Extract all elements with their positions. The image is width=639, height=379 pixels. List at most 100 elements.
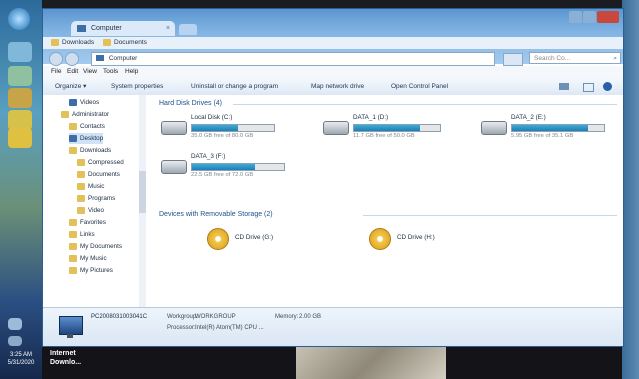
memory-value: 2.00 GB xyxy=(299,314,322,320)
tab-title: Computer xyxy=(90,25,122,32)
hard-disk-icon xyxy=(161,160,187,174)
map-network-drive-button[interactable]: Map network drive xyxy=(311,78,364,95)
drive-e[interactable]: DATA_2 (E:) 5.95 GB free of 35.1 GB xyxy=(481,114,617,150)
drive-c[interactable]: Local Disk (C:) 35.0 GB free of 80.0 GB xyxy=(161,114,281,150)
menu-help[interactable]: Help xyxy=(125,66,138,78)
tree-item[interactable]: Compressed xyxy=(77,157,124,168)
drive-usage-fill xyxy=(354,125,421,131)
drive-usage-fill xyxy=(192,164,256,170)
app-icon[interactable] xyxy=(8,110,32,130)
computer-icon xyxy=(77,24,86,32)
organize-button[interactable]: Organize ▾ xyxy=(55,78,86,95)
maximize-button[interactable] xyxy=(583,11,596,23)
content-pane: Hard Disk Drives (4) Local Disk (C:) 35.… xyxy=(147,95,623,307)
tree-item[interactable]: My Documents xyxy=(69,241,122,252)
back-button[interactable] xyxy=(49,52,63,66)
menu-edit[interactable]: Edit xyxy=(67,66,78,78)
drive-name: DATA_2 (E:) xyxy=(511,114,546,121)
app-icon[interactable] xyxy=(8,66,32,86)
close-button[interactable] xyxy=(597,11,619,23)
menu-file[interactable]: File xyxy=(51,66,61,78)
drive-name: DATA_1 (D:) xyxy=(353,114,389,121)
tree-item[interactable]: Music xyxy=(77,181,104,192)
help-icon[interactable] xyxy=(603,82,612,91)
tree-scrollbar-thumb[interactable] xyxy=(139,171,146,213)
uninstall-program-button[interactable]: Uninstall or change a program xyxy=(191,78,278,95)
folder-icon xyxy=(77,170,85,178)
tree-item[interactable]: My Music xyxy=(69,253,107,264)
drive-d[interactable]: DATA_1 (D:) 11.7 GB free of 50.0 GB xyxy=(323,114,453,150)
drive-f[interactable]: DATA_3 (F:) 22.5 GB free of 72.0 GB xyxy=(161,153,291,189)
hard-disk-icon xyxy=(323,121,349,135)
folder-icon xyxy=(69,218,77,226)
address-row: Computer Search Co... ⌕ xyxy=(43,51,623,66)
folder-icon xyxy=(69,98,77,106)
hard-disk-icon xyxy=(481,121,507,135)
cd-drive-h[interactable]: CD Drive (H:) xyxy=(369,228,459,254)
start-orb-icon[interactable] xyxy=(8,8,30,30)
drive-free-space: 22.5 GB free of 72.0 GB xyxy=(191,172,254,178)
drive-usage-fill xyxy=(512,125,589,131)
address-bar[interactable]: Computer xyxy=(91,52,495,66)
refresh-button[interactable] xyxy=(503,53,523,66)
navigation-pane: Videos Administrator Contacts Desktop Do… xyxy=(43,95,148,307)
desktop-right-edge xyxy=(622,0,639,379)
folder-icon xyxy=(77,194,85,202)
view-options-icon[interactable] xyxy=(559,83,569,90)
details-pane: PC2008031003041C Workgroup: WORKGROUP Me… xyxy=(43,307,623,346)
close-tab-icon[interactable]: × xyxy=(166,21,170,36)
search-input[interactable]: Search Co... ⌕ xyxy=(529,52,621,64)
forward-button[interactable] xyxy=(65,52,79,66)
group-header-hdd[interactable]: Hard Disk Drives (4) xyxy=(159,99,222,109)
folder-icon xyxy=(51,38,59,46)
tree-item[interactable]: My Pictures xyxy=(69,265,113,276)
tree-item[interactable]: Links xyxy=(69,229,95,240)
bookmark-downloads[interactable]: Downloads xyxy=(51,37,94,49)
clock-date: 5/31/2020 xyxy=(7,360,35,366)
hard-disk-icon xyxy=(161,121,187,135)
computer-stand xyxy=(67,334,73,338)
tree-item[interactable]: Video xyxy=(77,205,104,216)
folder-icon xyxy=(69,134,77,142)
folder-icon xyxy=(69,254,77,262)
folder-icon xyxy=(69,122,77,130)
computer-icon xyxy=(96,55,104,62)
tab-computer[interactable]: Computer × xyxy=(71,21,175,36)
taskbar-item[interactable]: Internet Downlo... xyxy=(50,349,84,367)
cd-drive-icon xyxy=(369,228,391,250)
system-properties-button[interactable]: System properties xyxy=(111,78,163,95)
app-icon[interactable] xyxy=(8,128,32,148)
tree-item[interactable]: Desktop xyxy=(69,133,104,144)
menu-view[interactable]: View xyxy=(83,66,97,78)
tree-item[interactable]: Documents xyxy=(77,169,120,180)
search-placeholder: Search Co... xyxy=(534,55,571,62)
command-bar: Organize ▾ System properties Uninstall o… xyxy=(43,78,623,96)
app-icon[interactable] xyxy=(8,88,32,108)
app-icon[interactable] xyxy=(8,42,32,62)
new-tab-button[interactable] xyxy=(179,24,197,35)
tree-item[interactable]: Favorites xyxy=(69,217,106,228)
tray-icon[interactable] xyxy=(8,318,22,330)
drive-free-space: 35.0 GB free of 80.0 GB xyxy=(191,133,254,139)
bookmark-documents[interactable]: Documents xyxy=(103,37,147,49)
menu-tools[interactable]: Tools xyxy=(103,66,118,78)
menu-bar: File Edit View Tools Help xyxy=(43,66,623,78)
tray-icon[interactable] xyxy=(8,336,22,346)
tree-item[interactable]: Videos xyxy=(69,97,99,108)
tree-item[interactable]: Programs xyxy=(77,193,115,204)
preview-pane-icon[interactable] xyxy=(583,83,594,92)
open-control-panel-button[interactable]: Open Control Panel xyxy=(391,78,448,95)
taskbar: Internet Downlo... xyxy=(42,345,622,379)
drive-free-space: 11.7 GB free of 50.0 GB xyxy=(353,133,415,139)
folder-icon xyxy=(103,38,111,46)
workgroup-value: WORKGROUP xyxy=(195,314,236,320)
tree-item[interactable]: Contacts xyxy=(69,121,105,132)
folder-icon xyxy=(77,158,85,166)
cd-drive-g[interactable]: CD Drive (G:) xyxy=(207,228,297,254)
group-header-removable[interactable]: Devices with Removable Storage (2) xyxy=(159,210,273,220)
minimize-button[interactable] xyxy=(569,11,582,23)
tree-item[interactable]: Administrator xyxy=(61,109,109,120)
tree-item[interactable]: Downloads xyxy=(69,145,111,156)
workgroup-label: Workgroup: xyxy=(167,314,198,320)
left-sidebar: 3:25 AM 5/31/2020 xyxy=(0,0,42,379)
